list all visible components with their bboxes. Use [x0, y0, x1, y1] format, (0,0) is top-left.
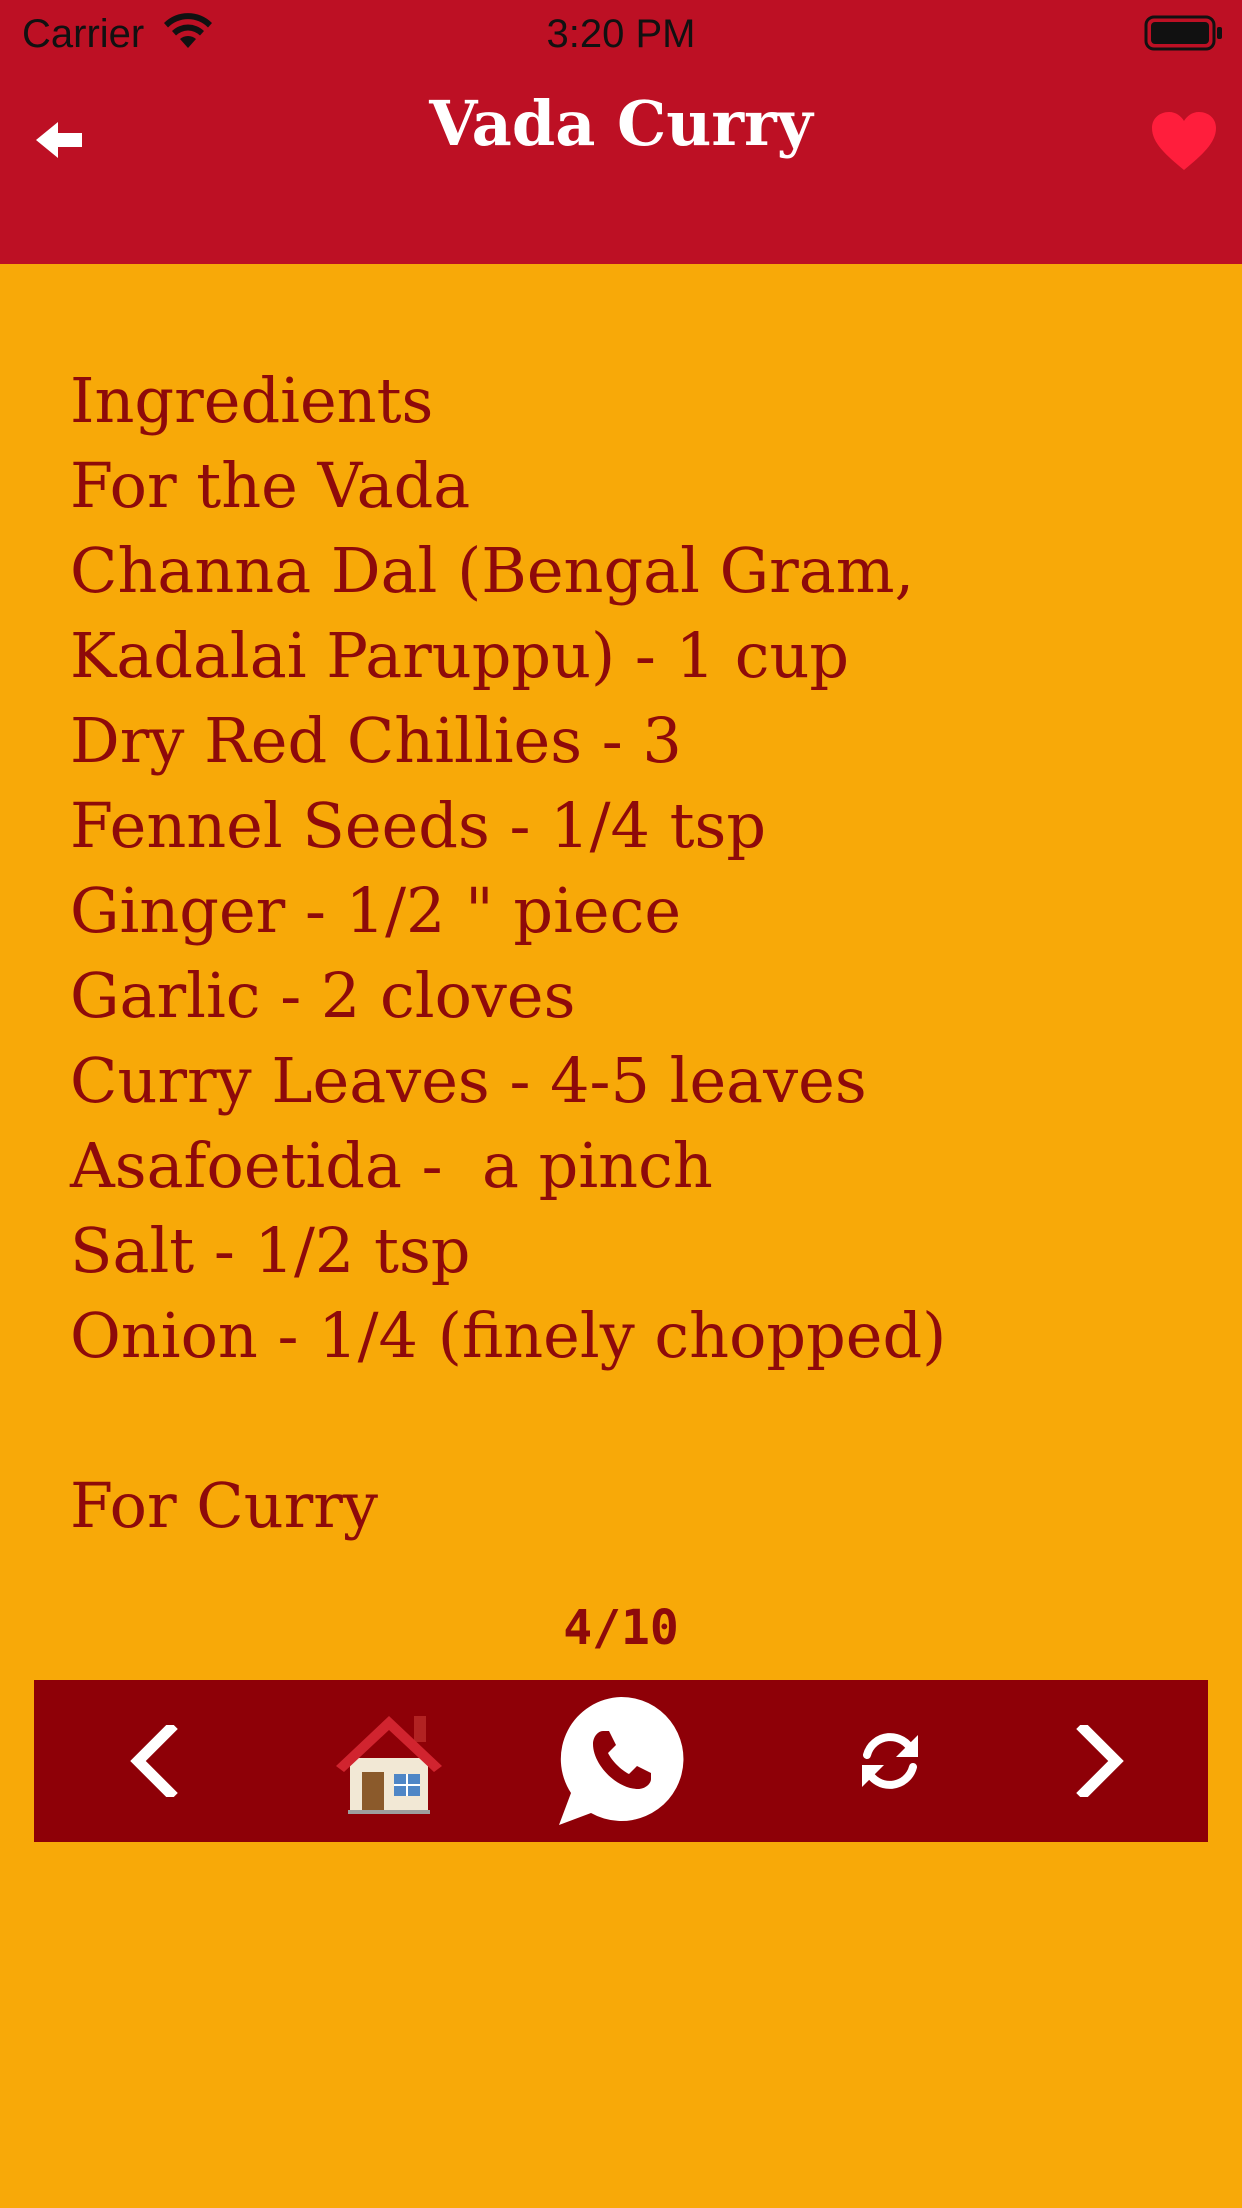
recipe-line: Onion - 1/4 (finely chopped) [70, 1299, 947, 1372]
home-icon [336, 1716, 442, 1814]
recipe-line: Asafoetida - a pinch [70, 1129, 713, 1202]
recipe-line: Channa Dal (Bengal Gram, [70, 534, 915, 607]
chevron-left-icon [130, 1725, 178, 1797]
whatsapp-icon [559, 1696, 684, 1825]
battery-icon [1144, 15, 1222, 51]
home-button[interactable] [289, 1680, 489, 1842]
recipe-line: Ginger - 1/2 " piece [70, 874, 682, 947]
bottom-toolbar [34, 1680, 1208, 1842]
recipe-line: Fennel Seeds - 1/4 tsp [70, 789, 767, 862]
refresh-icon [862, 1733, 918, 1789]
recipe-line: For Curry [70, 1469, 378, 1542]
recipe-line: Kadalai Paruppu) - 1 cup [70, 619, 850, 692]
page-indicator: 4/10 [563, 1600, 679, 1656]
status-time: 3:20 PM [546, 12, 696, 56]
chevron-right-icon [1076, 1725, 1124, 1797]
next-button[interactable] [1020, 1680, 1180, 1842]
page-title: Vada Curry [429, 87, 813, 160]
recipe-text: Ingredients For the Vada Channa Dal (Ben… [70, 358, 1180, 1548]
whatsapp-share-button[interactable] [531, 1680, 711, 1842]
status-bar: Carrier 3:20 PM [0, 0, 1242, 66]
recipe-line: Garlic - 2 cloves [70, 959, 576, 1032]
recipe-line: For the Vada [70, 449, 471, 522]
previous-button[interactable] [74, 1680, 234, 1842]
recipe-line: Salt - 1/2 tsp [70, 1214, 471, 1287]
recipe-line: Ingredients [70, 364, 434, 437]
heart-icon[interactable] [1150, 110, 1218, 172]
recipe-line: Dry Red Chillies - 3 [70, 704, 682, 777]
recipe-line: Curry Leaves - 4-5 leaves [70, 1044, 867, 1117]
refresh-button[interactable] [810, 1680, 970, 1842]
recipe-line [70, 1378, 1180, 1463]
